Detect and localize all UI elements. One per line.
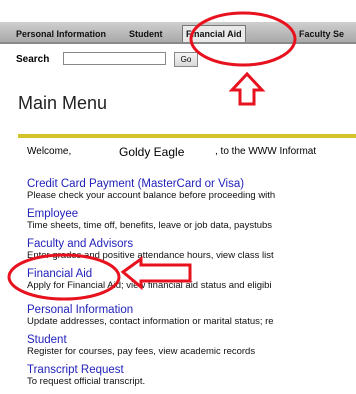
go-button[interactable]: Go (174, 52, 198, 67)
menu-item-transcript-request: Transcript Request To request official t… (27, 364, 356, 388)
search-input[interactable] (63, 52, 166, 65)
tab-personal-information[interactable]: Personal Information (16, 26, 106, 42)
up-arrow-icon (228, 71, 266, 106)
menu-item-student: Student Register for courses, pay fees, … (27, 334, 356, 358)
tab-bar: Personal Information Student Financial A… (0, 22, 356, 44)
page-title: Main Menu (18, 93, 108, 113)
welcome-suffix: , to the WWW Informat (215, 146, 317, 157)
menu-item-employee: Employee Time sheets, time off, benefits… (27, 208, 356, 232)
menu-desc-faculty-advisors: Enter grades and positive attendance hou… (27, 250, 274, 261)
menu-item-personal-information: Personal Information Update addresses, c… (27, 304, 356, 328)
menu-link-employee[interactable]: Employee (27, 208, 356, 220)
title-divider (18, 134, 356, 138)
tab-financial-aid[interactable]: Financial Aid (182, 25, 246, 42)
welcome-message: Welcome, Goldy Eagle , to the WWW Inform… (27, 145, 316, 159)
menu-link-financial-aid[interactable]: Financial Aid (27, 268, 356, 280)
menu-desc-personal-information: Update addresses, contact information or… (27, 316, 274, 327)
menu-item-credit-card: Credit Card Payment (MasterCard or Visa)… (27, 178, 356, 202)
menu-item-financial-aid: Financial Aid Apply for Financial Aid; v… (27, 268, 356, 292)
menu-desc-student: Register for courses, pay fees, view aca… (27, 346, 256, 357)
search-label: Search (16, 54, 50, 65)
menu-desc-credit-card: Please check your account balance before… (27, 190, 276, 201)
tab-faculty-services[interactable]: Faculty Se (299, 26, 344, 42)
menu-link-student[interactable]: Student (27, 334, 356, 346)
tab-student[interactable]: Student (129, 26, 163, 42)
menu-desc-financial-aid: Apply for Financial Aid; view financial … (27, 280, 272, 291)
menu-link-personal-information[interactable]: Personal Information (27, 304, 356, 316)
search-row: Search Go (0, 50, 356, 70)
top-band (0, 0, 356, 22)
menu-desc-employee: Time sheets, time off, benefits, leave o… (27, 220, 273, 231)
menu-link-transcript-request[interactable]: Transcript Request (27, 364, 356, 376)
menu-link-credit-card[interactable]: Credit Card Payment (MasterCard or Visa) (27, 178, 356, 190)
menu-item-faculty-advisors: Faculty and Advisors Enter grades and po… (27, 238, 356, 262)
menu-desc-transcript-request: To request official transcript. (27, 376, 146, 387)
welcome-prefix: Welcome, (27, 146, 72, 157)
menu-link-faculty-advisors[interactable]: Faculty and Advisors (27, 238, 356, 250)
user-name: Goldy Eagle (119, 145, 185, 159)
